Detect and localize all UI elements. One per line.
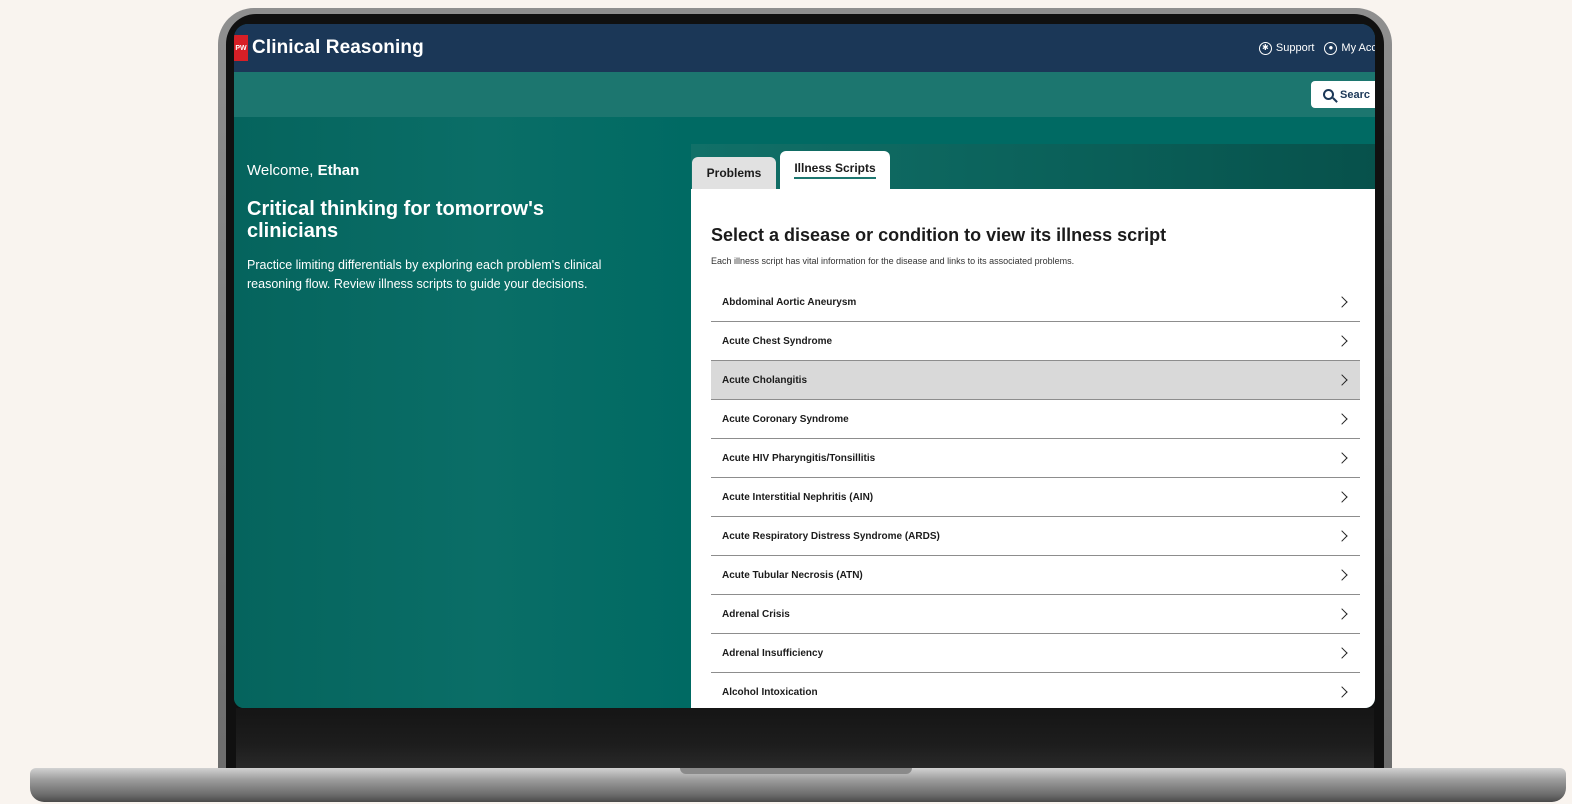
list-item[interactable]: Adrenal Crisis <box>711 595 1360 634</box>
list-item[interactable]: Acute Respiratory Distress Syndrome (ARD… <box>711 517 1360 556</box>
header-actions: ✱ Support ● My Acco <box>1258 24 1375 72</box>
list-item-label: Acute Tubular Necrosis (ATN) <box>722 569 863 581</box>
list-item-label: Acute Coronary Syndrome <box>722 413 849 425</box>
search-icon <box>1323 89 1334 100</box>
list-item[interactable]: Acute Coronary Syndrome <box>711 400 1360 439</box>
chevron-right-icon <box>1336 608 1348 620</box>
list-item-label: Acute HIV Pharyngitis/Tonsillitis <box>722 452 876 464</box>
user-circle-icon: ● <box>1324 41 1338 55</box>
lifebuoy-icon: ✱ <box>1258 41 1272 55</box>
tab-illness-scripts-label: Illness Scripts <box>794 161 876 179</box>
search-button[interactable]: Searc <box>1311 81 1375 108</box>
illness-scripts-panel: Select a disease or condition to view it… <box>691 189 1375 708</box>
list-item[interactable]: Acute Tubular Necrosis (ATN) <box>711 556 1360 595</box>
tab-illness-scripts[interactable]: Illness Scripts <box>780 151 890 189</box>
list-item[interactable]: Adrenal Insufficiency <box>711 634 1360 673</box>
laptop-screen: PW Clinical Reasoning ✱ Support ● My Acc… <box>234 24 1375 708</box>
hero-description: Practice limiting differentials by explo… <box>247 258 602 291</box>
laptop-notch <box>680 768 912 774</box>
chevron-right-icon <box>1336 296 1348 308</box>
chevron-right-icon <box>1336 491 1348 503</box>
chevron-right-icon <box>1336 374 1348 386</box>
my-account-link[interactable]: ● My Acco <box>1324 41 1375 55</box>
chevron-right-icon <box>1336 530 1348 542</box>
chevron-right-icon <box>1336 452 1348 464</box>
list-item-label: Acute Chest Syndrome <box>722 335 833 347</box>
welcome-greeting: Welcome, <box>247 162 318 179</box>
section-title: Select a disease or condition to view it… <box>711 225 1167 245</box>
laptop-keyboard-reflection <box>236 708 1374 770</box>
sub-navigation-bar <box>234 72 1375 117</box>
chevron-right-icon <box>1336 686 1348 698</box>
list-item-label: Acute Cholangitis <box>722 374 808 386</box>
list-item[interactable]: Acute Interstitial Nephritis (AIN) <box>711 478 1360 517</box>
chevron-right-icon <box>1336 647 1348 659</box>
list-item[interactable]: Acute HIV Pharyngitis/Tonsillitis <box>711 439 1360 478</box>
list-item-label: Acute Interstitial Nephritis (AIN) <box>722 491 874 503</box>
search-label: Searc <box>1340 88 1370 101</box>
app-title[interactable]: Clinical Reasoning <box>252 37 424 59</box>
chevron-right-icon <box>1336 413 1348 425</box>
brand-logo[interactable]: PW <box>234 35 248 61</box>
my-account-label: My Acco <box>1341 42 1375 54</box>
list-item[interactable]: Acute Chest Syndrome <box>711 322 1360 361</box>
user-name: Ethan <box>317 162 360 179</box>
list-item-label: Adrenal Insufficiency <box>722 647 824 659</box>
list-item[interactable]: Abdominal Aortic Aneurysm <box>711 283 1360 322</box>
list-item-label: Acute Respiratory Distress Syndrome (ARD… <box>722 530 940 542</box>
hero-tagline: Critical thinking for tomorrow's clinici… <box>247 198 544 242</box>
list-item[interactable]: Alcohol Intoxication <box>711 673 1360 708</box>
support-label: Support <box>1275 42 1315 54</box>
app-header: PW Clinical Reasoning ✱ Support ● My Acc… <box>234 24 1375 72</box>
support-link[interactable]: ✱ Support <box>1258 41 1315 55</box>
tab-problems[interactable]: Problems <box>692 157 776 189</box>
illness-script-list: Abdominal Aortic Aneurysm Acute Chest Syn… <box>711 283 1360 708</box>
list-item-label: Adrenal Crisis <box>722 608 790 620</box>
welcome-message: Welcome, Ethan <box>247 162 359 179</box>
section-subtitle: Each illness script has vital informatio… <box>711 256 1075 266</box>
tab-problems-label: Problems <box>706 166 762 180</box>
list-item-label: Abdominal Aortic Aneurysm <box>722 296 857 308</box>
list-item[interactable]: Acute Cholangitis <box>711 361 1360 400</box>
chevron-right-icon <box>1336 335 1348 347</box>
list-item-label: Alcohol Intoxication <box>722 686 818 698</box>
chevron-right-icon <box>1336 569 1348 581</box>
